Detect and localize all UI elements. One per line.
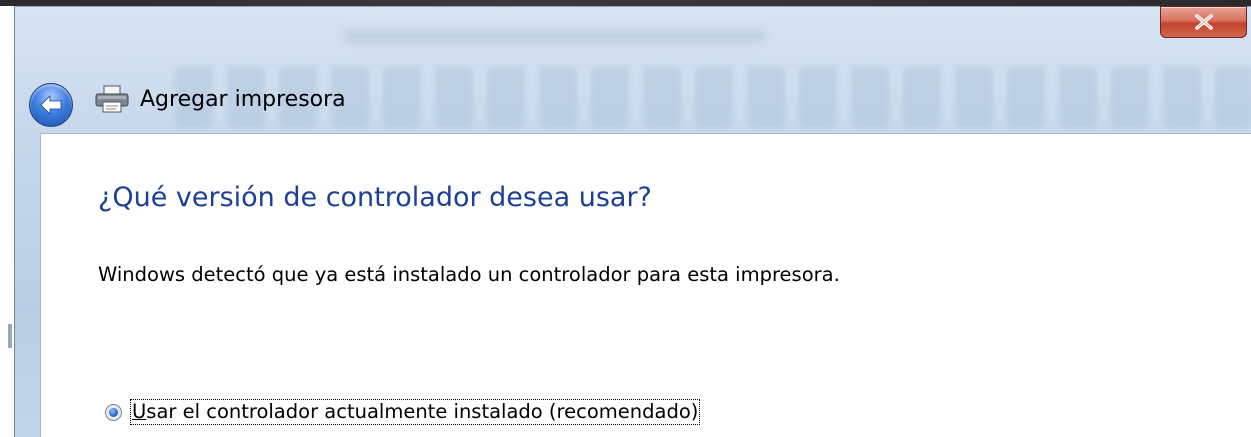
option-use-installed-driver[interactable]: Usar el controlador actualmente instalad… — [105, 398, 701, 426]
option-label-text: sar el controlador actualmente instalado… — [146, 400, 699, 423]
screen: Agregar impresora ¿Qué versión de contro… — [0, 0, 1251, 437]
back-button[interactable] — [29, 83, 73, 127]
radio-button-selected[interactable] — [105, 403, 122, 421]
back-arrow-icon — [40, 95, 62, 115]
printer-icon — [95, 85, 129, 113]
option-label[interactable]: Usar el controlador actualmente instalad… — [130, 399, 701, 425]
close-button[interactable] — [1160, 6, 1247, 38]
glass-blur — [345, 29, 765, 43]
radio-selected-dot — [109, 407, 118, 417]
frame-edge-mark — [8, 324, 12, 348]
main-instruction: ¿Qué versión de controlador desea usar? — [98, 182, 652, 213]
close-icon — [1194, 14, 1213, 30]
description-text: Windows detectó que ya está instalado un… — [98, 263, 840, 286]
wizard-content-panel: ¿Qué versión de controlador desea usar? … — [40, 133, 1251, 437]
access-key: U — [132, 400, 147, 423]
window-title: Agregar impresora — [140, 87, 346, 112]
